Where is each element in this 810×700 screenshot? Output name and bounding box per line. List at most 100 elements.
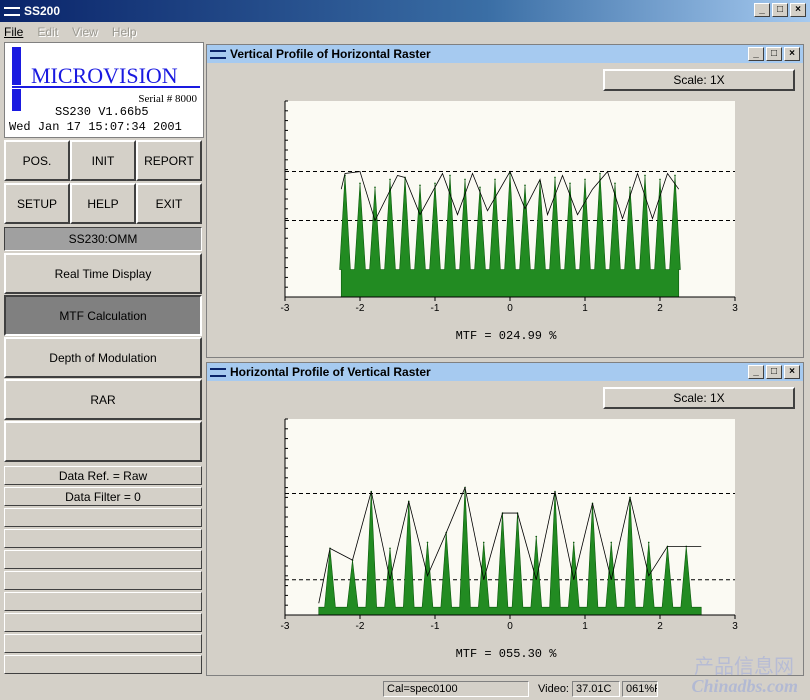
data-filter-label[interactable]: Data Filter = 0 — [4, 487, 202, 506]
x-tick-label: 3 — [732, 621, 738, 632]
data-ref-label[interactable]: Data Ref. = Raw — [4, 466, 202, 485]
init-button[interactable]: INIT — [70, 140, 136, 181]
menu-view[interactable]: View — [72, 25, 98, 39]
mtf-calculation-button[interactable]: MTF Calculation — [4, 295, 202, 336]
scale-button[interactable]: Scale: 1X — [603, 69, 795, 91]
firmware-version: SS230 V1.66b5 — [55, 105, 149, 119]
profile-peak — [614, 182, 616, 185]
profile-peak — [584, 178, 586, 181]
empty-slot — [4, 634, 202, 653]
minimize-button[interactable]: _ — [748, 365, 764, 379]
x-tick-label: 3 — [732, 303, 738, 314]
report-button[interactable]: REPORT — [136, 140, 202, 181]
profile-peak — [659, 178, 661, 181]
rar-button[interactable]: RAR — [4, 379, 202, 420]
empty-slot — [4, 655, 202, 674]
system-menu-icon[interactable] — [4, 4, 20, 18]
close-button[interactable]: × — [790, 3, 806, 17]
menu-help[interactable]: Help — [112, 25, 137, 39]
empty-mode-button[interactable] — [4, 421, 202, 462]
empty-slot — [4, 613, 202, 632]
logo-mark — [12, 47, 21, 85]
profile-peak — [554, 176, 556, 179]
window-menu-icon[interactable] — [210, 365, 226, 379]
profile-peak — [479, 186, 481, 189]
close-button[interactable]: × — [784, 365, 800, 379]
close-button[interactable]: × — [784, 47, 800, 61]
window-titlebar: Horizontal Profile of Vertical Raster _ … — [207, 363, 803, 381]
profile-peak — [524, 184, 526, 187]
watermark-en: Chinadbs.com — [691, 676, 798, 696]
watermark-logo: 产品信息网 Chinadbs.com — [654, 648, 804, 700]
profile-peak — [359, 182, 361, 185]
empty-slot — [4, 550, 202, 569]
profile-peak — [599, 172, 601, 175]
x-tick-label: -3 — [281, 303, 290, 314]
x-tick-label: 0 — [507, 303, 513, 314]
maximize-button[interactable]: □ — [766, 47, 782, 61]
help-button[interactable]: HELP — [70, 183, 136, 224]
profile-peak — [629, 186, 631, 189]
profile-peak — [644, 174, 646, 177]
menu-bar: File Edit View Help — [0, 22, 810, 42]
minimize-button[interactable]: _ — [748, 47, 764, 61]
setup-button[interactable]: SETUP — [4, 183, 70, 224]
depth-of-modulation-button[interactable]: Depth of Modulation — [4, 337, 202, 378]
x-tick-label: -1 — [431, 621, 440, 632]
profile-peak — [419, 184, 421, 187]
logo-text: MICROVISION — [31, 63, 178, 88]
profile-peak — [426, 541, 429, 544]
app-title: SS200 — [24, 4, 61, 18]
window-menu-icon[interactable] — [210, 47, 226, 61]
window-title: Horizontal Profile of Vertical Raster — [230, 365, 431, 379]
x-tick-label: 1 — [582, 303, 588, 314]
scale-button[interactable]: Scale: 1X — [603, 387, 795, 409]
profile-peak — [647, 541, 650, 544]
x-tick-label: -3 — [281, 621, 290, 632]
extra-status: 061%F — [622, 681, 658, 697]
profile-peak — [464, 178, 466, 181]
empty-slot — [4, 592, 202, 611]
x-tick-label: 2 — [657, 303, 663, 314]
pos-button[interactable]: POS. — [4, 140, 70, 181]
date-time: Wed Jan 17 15:07:34 2001 — [9, 120, 182, 134]
profile-peak — [494, 178, 496, 181]
profile-peak — [610, 541, 613, 544]
profile-peak — [434, 182, 436, 185]
horizontal-profile-chart: -3 -2 -1 0 1 2 3 — [281, 418, 738, 632]
calibration-status: Cal=spec0100 — [383, 681, 529, 697]
profile-peak — [374, 186, 376, 189]
x-tick-label: -1 — [431, 303, 440, 314]
video-label: Video: — [538, 683, 569, 695]
exit-button[interactable]: EXIT — [136, 183, 202, 224]
empty-slot — [4, 508, 202, 527]
vertical-profile-chart: -3 -2 -1 0 1 2 3 — [281, 100, 738, 314]
logo-panel: MICROVISION Serial # 8000 SS230 V1.66b5 … — [4, 42, 204, 138]
empty-slot — [4, 529, 202, 548]
mode-label: SS230:OMM — [4, 227, 202, 251]
horizontal-profile-window: Horizontal Profile of Vertical Raster _ … — [206, 362, 804, 676]
minimize-button[interactable]: _ — [754, 3, 770, 17]
serial-number: Serial # 8000 — [138, 93, 197, 105]
watermark-cn: 产品信息网 — [694, 654, 794, 678]
app-titlebar: SS200 _ □ × — [0, 0, 810, 22]
profile-peak — [569, 182, 571, 185]
window-title: Vertical Profile of Horizontal Raster — [230, 47, 431, 61]
menu-edit[interactable]: Edit — [37, 25, 58, 39]
real-time-display-button[interactable]: Real Time Display — [4, 253, 202, 294]
menu-file[interactable]: File — [4, 25, 23, 39]
x-tick-label: -2 — [356, 621, 365, 632]
mtf-readout: MTF = 024.99 % — [455, 329, 557, 343]
maximize-button[interactable]: □ — [766, 365, 782, 379]
window-titlebar: Vertical Profile of Horizontal Raster _ … — [207, 45, 803, 63]
x-tick-label: 2 — [657, 621, 663, 632]
profile-peak — [572, 541, 575, 544]
control-panel: MICROVISION Serial # 8000 SS230 V1.66b5 … — [4, 42, 204, 676]
maximize-button[interactable]: □ — [772, 3, 788, 17]
vertical-profile-window: Vertical Profile of Horizontal Raster _ … — [206, 44, 804, 358]
profile-peak — [482, 541, 485, 544]
profile-peak — [389, 547, 391, 550]
empty-slot — [4, 571, 202, 590]
temperature-status: 37.01C — [572, 681, 620, 697]
x-tick-label: -2 — [356, 303, 365, 314]
